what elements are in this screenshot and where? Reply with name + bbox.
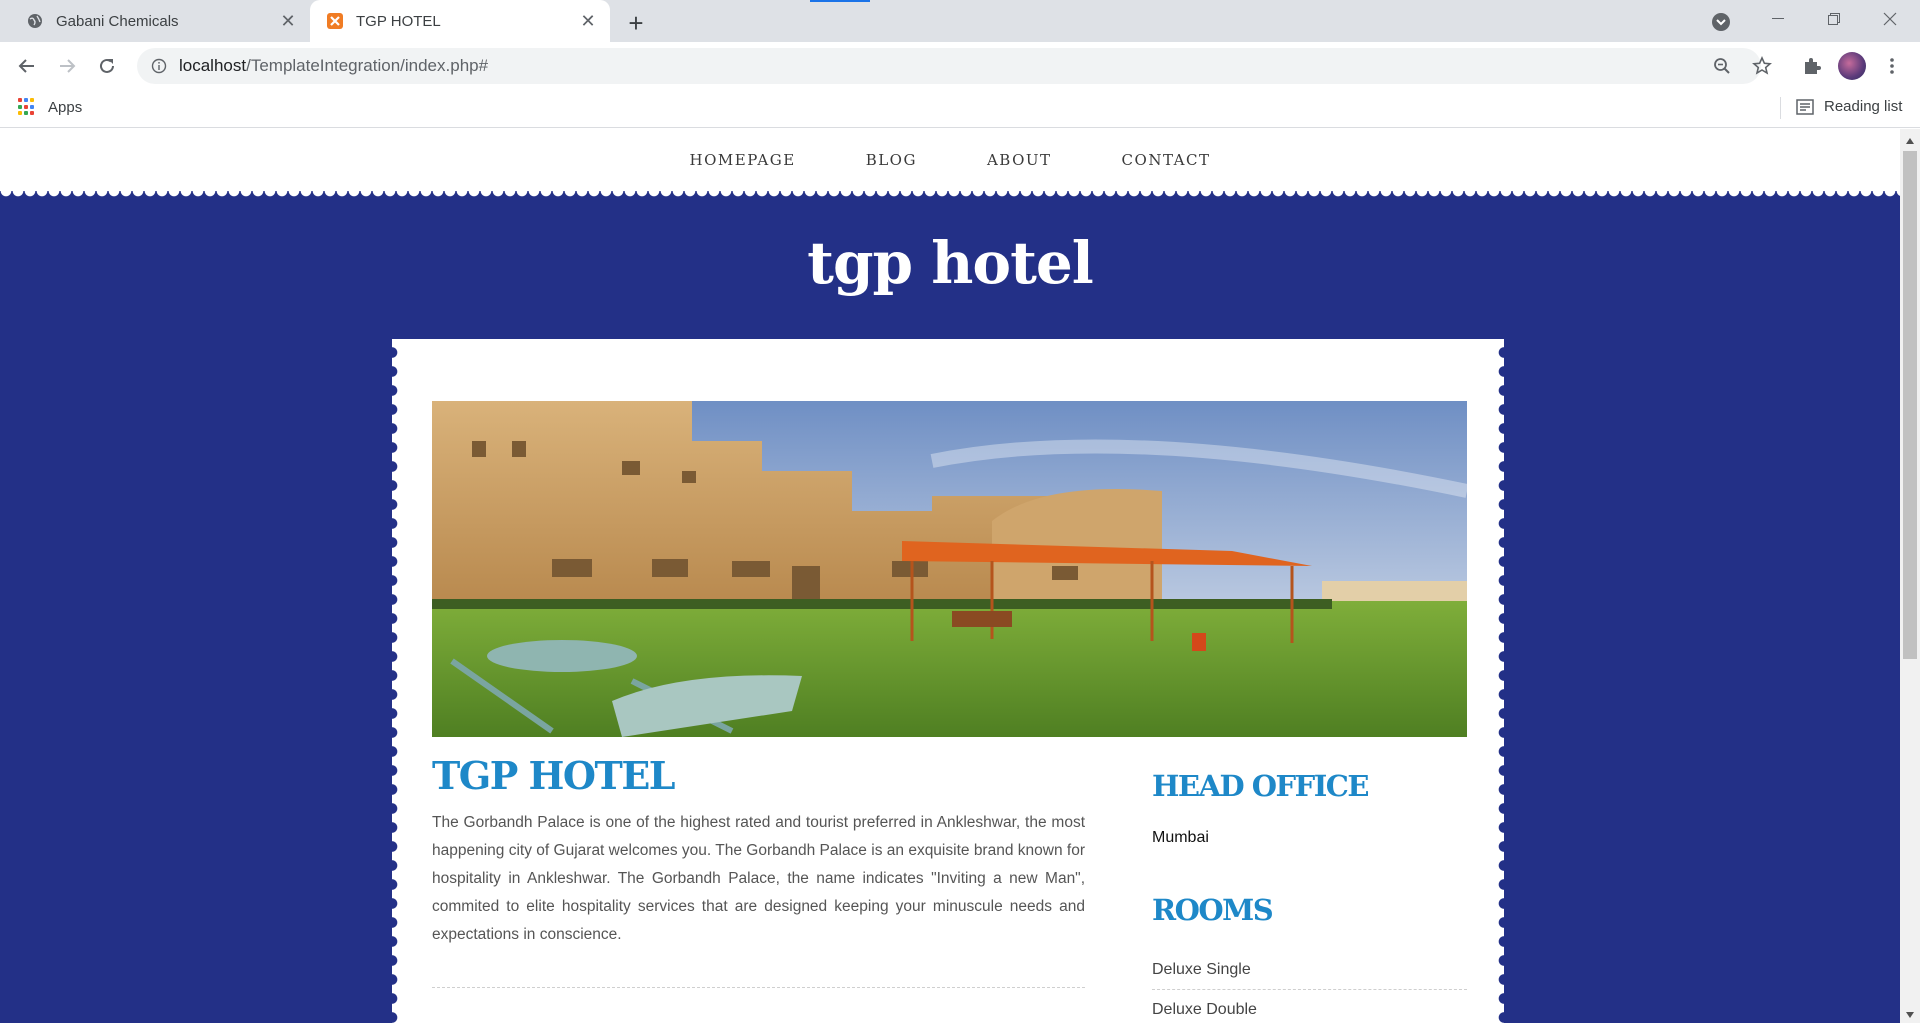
- reading-list-label: Reading list: [1824, 98, 1903, 115]
- apps-grid-icon: [18, 98, 36, 116]
- tab-drag-indicator: [810, 0, 870, 2]
- card-scalloped-edge-right: [1498, 343, 1510, 1023]
- zoom-icon[interactable]: [1704, 48, 1740, 84]
- rooms-heading: ROOMS: [1152, 893, 1274, 927]
- new-tab-icon[interactable]: +: [622, 8, 650, 38]
- apps-shortcut[interactable]: Apps: [18, 98, 82, 116]
- extensions-puzzle-icon[interactable]: [1794, 48, 1830, 84]
- scroll-thumb[interactable]: [1903, 151, 1917, 659]
- site-navigation: HOMEPAGE BLOG ABOUT CONTACT: [0, 129, 1900, 191]
- nav-blog[interactable]: BLOG: [866, 151, 917, 169]
- card-scalloped-edge-left: [386, 343, 398, 1023]
- globe-icon: [26, 12, 44, 30]
- tab-title: Gabani Chemicals: [56, 12, 179, 30]
- head-office-city: Mumbai: [1152, 829, 1209, 846]
- restore-icon[interactable]: [1806, 0, 1862, 38]
- hero-image-palace: [432, 401, 1467, 737]
- reload-icon[interactable]: [90, 49, 124, 83]
- close-tab-icon[interactable]: ✕: [576, 9, 600, 33]
- address-bar[interactable]: localhost/TemplateIntegration/index.php#: [137, 48, 1761, 84]
- room-item-deluxe-double[interactable]: Deluxe Double: [1152, 1001, 1467, 1019]
- close-window-icon[interactable]: [1862, 0, 1918, 38]
- page-scrollbar[interactable]: [1900, 129, 1920, 1023]
- tab-gabani-chemicals[interactable]: Gabani Chemicals ✕: [10, 0, 310, 42]
- url-host: localhost: [179, 56, 247, 75]
- url-path: /TemplateIntegration/index.php#: [246, 56, 489, 75]
- minimize-icon[interactable]: [1750, 0, 1806, 38]
- site-title: tgp hotel: [807, 229, 1094, 297]
- scroll-down-arrow-icon[interactable]: [1900, 1007, 1920, 1023]
- browser-toolbar: localhost/TemplateIntegration/index.php#: [0, 42, 1920, 89]
- tab-tgp-hotel[interactable]: TGP HOTEL ✕: [310, 0, 610, 42]
- profile-avatar[interactable]: [1838, 52, 1866, 80]
- apps-label: Apps: [48, 98, 83, 116]
- reading-list-icon: [1796, 98, 1814, 115]
- room-item-deluxe-single[interactable]: Deluxe Single: [1152, 961, 1467, 979]
- site-info-icon[interactable]: [149, 56, 169, 76]
- nav-contact[interactable]: CONTACT: [1122, 151, 1211, 169]
- main-paragraph: The Gorbandh Palace is one of the highes…: [432, 814, 1085, 943]
- close-tab-icon[interactable]: ✕: [276, 9, 300, 33]
- nav-homepage[interactable]: HOMEPAGE: [690, 151, 796, 169]
- head-office-heading: HEAD OFFICE: [1152, 769, 1369, 803]
- scroll-up-arrow-icon[interactable]: [1900, 133, 1920, 149]
- nav-about[interactable]: ABOUT: [987, 151, 1052, 169]
- reading-list-button[interactable]: Reading list: [1796, 98, 1902, 115]
- bookmark-star-icon[interactable]: [1744, 48, 1780, 84]
- main-divider: [432, 987, 1085, 988]
- back-arrow-icon[interactable]: [10, 49, 44, 83]
- tab-title: TGP HOTEL: [356, 12, 441, 30]
- xampp-icon: [326, 12, 344, 30]
- page-viewport: HOMEPAGE BLOG ABOUT CONTACT tgp hotel TG…: [0, 129, 1900, 1023]
- main-heading: TGP HOTEL: [432, 753, 676, 798]
- tab-strip: Gabani Chemicals ✕ TGP HOTEL ✕ +: [0, 0, 1920, 42]
- url-text: localhost/TemplateIntegration/index.php#: [179, 56, 488, 76]
- tab-search-icon[interactable]: [1708, 9, 1734, 35]
- room-divider: [1152, 989, 1467, 990]
- card-scalloped-edge-top: [392, 333, 1504, 341]
- nav-scalloped-edge: [0, 191, 1900, 203]
- bookmarks-bar: Apps Reading list: [0, 89, 1920, 128]
- menu-kebab-icon[interactable]: [1874, 48, 1910, 84]
- bookmarks-separator: [1780, 97, 1781, 119]
- forward-arrow-icon[interactable]: [50, 49, 84, 83]
